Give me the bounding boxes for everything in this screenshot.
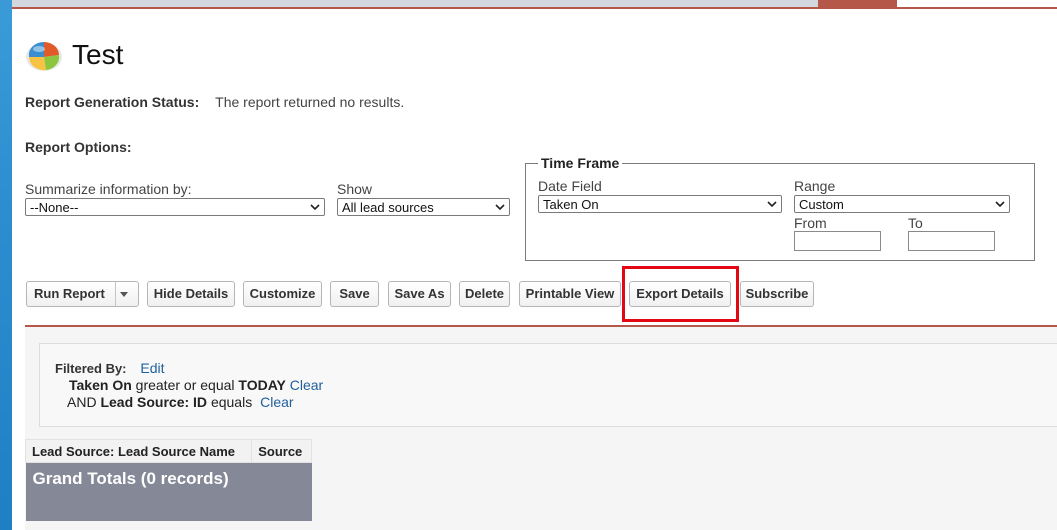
browser-side-strip <box>0 0 12 530</box>
filter-value: TODAY <box>238 377 286 393</box>
chevron-down-icon <box>310 204 320 211</box>
grand-totals-cell: Grand Totals (0 records) <box>25 462 312 521</box>
customize-button[interactable]: Customize <box>243 281 322 307</box>
tab-bar-background <box>12 0 818 7</box>
to-label: To <box>908 215 923 231</box>
report-generation-status: Report Generation Status: The report ret… <box>25 94 404 110</box>
range-select[interactable]: Custom <box>794 195 1010 213</box>
run-report-button[interactable]: Run Report <box>26 281 139 307</box>
subscribe-button[interactable]: Subscribe <box>740 281 814 307</box>
title-row: Test <box>24 33 123 77</box>
summarize-label: Summarize information by: <box>25 181 192 197</box>
range-select-value: Custom <box>799 197 844 212</box>
filter-clear-link[interactable]: Clear <box>290 377 323 393</box>
run-report-divider <box>115 282 116 306</box>
column-header[interactable]: Source <box>251 439 312 463</box>
table-header-row: Lead Source: Lead Source Name Source <box>24 439 312 463</box>
chevron-down-icon <box>995 201 1005 208</box>
chevron-down-icon <box>495 204 505 211</box>
date-field-select-value: Taken On <box>543 197 599 212</box>
printable-view-button[interactable]: Printable View <box>519 281 621 307</box>
from-date-input[interactable] <box>794 231 881 251</box>
report-options-label: Report Options: <box>25 139 132 155</box>
filter-row: Taken On greater or equal TODAY Clear <box>69 377 323 393</box>
filter-clear-link[interactable]: Clear <box>260 394 293 410</box>
show-label: Show <box>337 181 373 197</box>
report-page: Test Report Generation Status: The repor… <box>12 9 1057 530</box>
filter-field: Taken On <box>69 377 132 393</box>
filter-row: AND Lead Source: ID equals Clear <box>67 394 294 410</box>
date-field-label: Date Field <box>538 178 602 194</box>
status-label: Report Generation Status: <box>25 94 200 110</box>
report-table: Lead Source: Lead Source Name Source Gra… <box>24 439 312 521</box>
filter-prefix: AND <box>67 394 97 410</box>
chevron-down-icon <box>767 201 777 208</box>
time-frame-legend: Time Frame <box>541 155 620 171</box>
page-title: Test <box>72 39 124 70</box>
delete-button[interactable]: Delete <box>459 281 510 307</box>
active-tab-indicator[interactable] <box>818 0 897 7</box>
status-text: The report returned no results. <box>215 94 405 110</box>
filter-field: Lead Source: ID <box>100 394 208 410</box>
from-label: From <box>794 215 827 231</box>
filtered-by-header: Filtered By: Edit <box>55 360 165 376</box>
filter-operator: greater or equal <box>135 377 235 393</box>
to-date-input[interactable] <box>908 231 995 251</box>
filtered-by-label: Filtered By: <box>55 361 127 376</box>
column-header[interactable]: Lead Source: Lead Source Name <box>24 439 253 463</box>
save-button[interactable]: Save <box>330 281 379 307</box>
range-label: Range <box>794 178 836 194</box>
show-select-value: All lead sources <box>342 200 434 215</box>
export-highlight-box <box>622 266 739 322</box>
report-pie-chart-icon <box>26 41 62 71</box>
run-report-dropdown-icon[interactable] <box>119 289 129 299</box>
filter-edit-link[interactable]: Edit <box>140 360 164 376</box>
grand-totals-row: Grand Totals (0 records) <box>25 462 312 521</box>
show-select[interactable]: All lead sources <box>337 198 510 216</box>
save-as-button[interactable]: Save As <box>388 281 451 307</box>
filter-operator: equals <box>210 394 253 410</box>
summarize-select-value: --None-- <box>30 200 79 215</box>
app-tab-bar <box>12 0 1057 9</box>
hide-details-button[interactable]: Hide Details <box>147 281 235 307</box>
run-report-label: Run Report <box>34 286 105 301</box>
date-field-select[interactable]: Taken On <box>538 195 782 213</box>
filtered-by-panel: Filtered By: Edit Taken On greater or eq… <box>39 343 1057 427</box>
summarize-select[interactable]: --None-- <box>25 198 325 216</box>
